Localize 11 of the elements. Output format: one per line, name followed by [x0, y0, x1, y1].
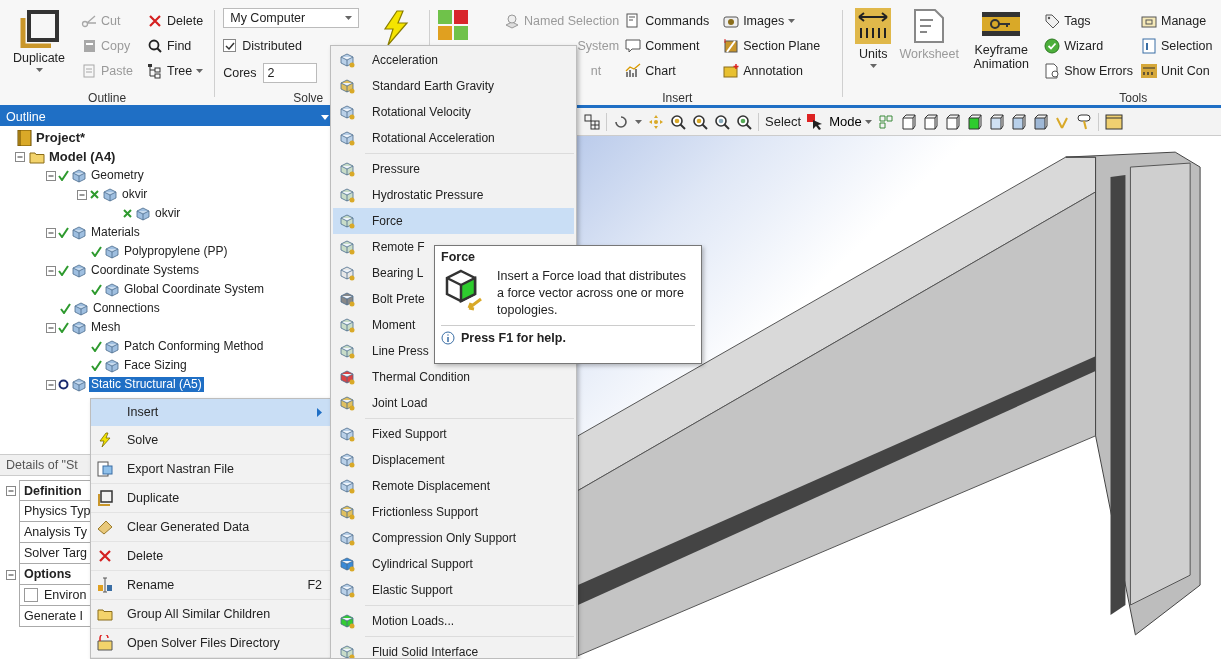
- property-label: Environ: [44, 588, 87, 602]
- group-title: Solve: [292, 90, 325, 106]
- help-hint: Press F1 for help.: [461, 331, 566, 345]
- cores-label: Cores: [223, 66, 257, 80]
- panel-title: Outline: [6, 110, 46, 124]
- group-title: Outline: [87, 90, 128, 106]
- tooltip-title: Force: [441, 250, 477, 264]
- select-label: Select: [765, 114, 802, 129]
- group-title: Insert: [661, 90, 694, 106]
- group-title: Tools: [1118, 90, 1149, 106]
- tooltip-text: Insert a Force load that distributes a force vector across one or more topologies.: [497, 268, 687, 319]
